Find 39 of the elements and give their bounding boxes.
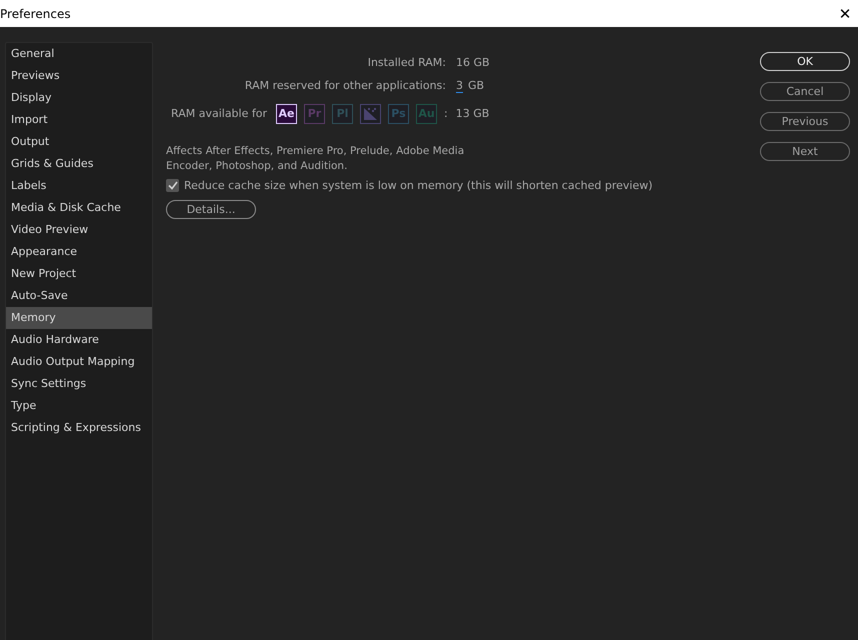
note-text: Affects After Effects, Premiere Pro, Prelude, Adobe Media Encoder, Photoshop, and Audition. (166, 144, 466, 174)
app-badge: Pr (304, 104, 325, 124)
app-badge: Ae (276, 104, 297, 124)
sidebar-item[interactable]: Scripting & Expressions (6, 417, 152, 439)
field-label: RAM available for (170, 107, 268, 120)
sidebar-item[interactable]: Sync Settings (6, 373, 152, 395)
separator-text: : (444, 107, 448, 120)
app-badge: Ps (388, 104, 409, 124)
sidebar-item[interactable]: Import (6, 109, 152, 131)
sidebar-item[interactable]: Auto-Save (6, 285, 152, 307)
sidebar-item[interactable]: Previews (6, 65, 152, 87)
checkbox-label: Reduce cache size when system is low on memory (this will shorten cached preview) (184, 179, 652, 192)
unit-label: GB (468, 79, 484, 92)
close-button[interactable]: ✕ (832, 4, 858, 22)
field-label: Installed RAM: (366, 56, 447, 69)
field-value: 13 GB (456, 107, 490, 120)
window-title: Preferences (0, 6, 71, 20)
dialog-button[interactable]: OK (760, 52, 850, 71)
details-button[interactable]: Details... (166, 200, 256, 219)
sidebar-item[interactable]: Output (6, 131, 152, 153)
sidebar-item[interactable]: Audio Output Mapping (6, 351, 152, 373)
value-link[interactable]: 3 (456, 78, 463, 92)
dialog-button[interactable]: Cancel (760, 82, 850, 101)
sidebar-item[interactable]: Video Preview (6, 219, 152, 241)
sidebar-item[interactable]: Audio Hardware (6, 329, 152, 351)
dialog-button[interactable]: Next (760, 142, 850, 161)
sidebar-item[interactable]: New Project (6, 263, 152, 285)
sidebar-item[interactable]: Type (6, 395, 152, 417)
dialog-button[interactable]: Previous (760, 112, 850, 131)
sidebar-item[interactable]: Appearance (6, 241, 152, 263)
field-label: RAM reserved for other applications: (244, 79, 447, 92)
checkbox[interactable] (166, 179, 179, 192)
sidebar-item[interactable]: Grids & Guides (6, 153, 152, 175)
sidebar-item[interactable]: General (6, 43, 152, 65)
field-value: 16 GB (456, 56, 490, 69)
sidebar-item[interactable]: Labels (6, 175, 152, 197)
sidebar-item[interactable]: Media & Disk Cache (6, 197, 152, 219)
sidebar-item[interactable]: Memory (6, 307, 152, 329)
sidebar-item[interactable]: Display (6, 87, 152, 109)
